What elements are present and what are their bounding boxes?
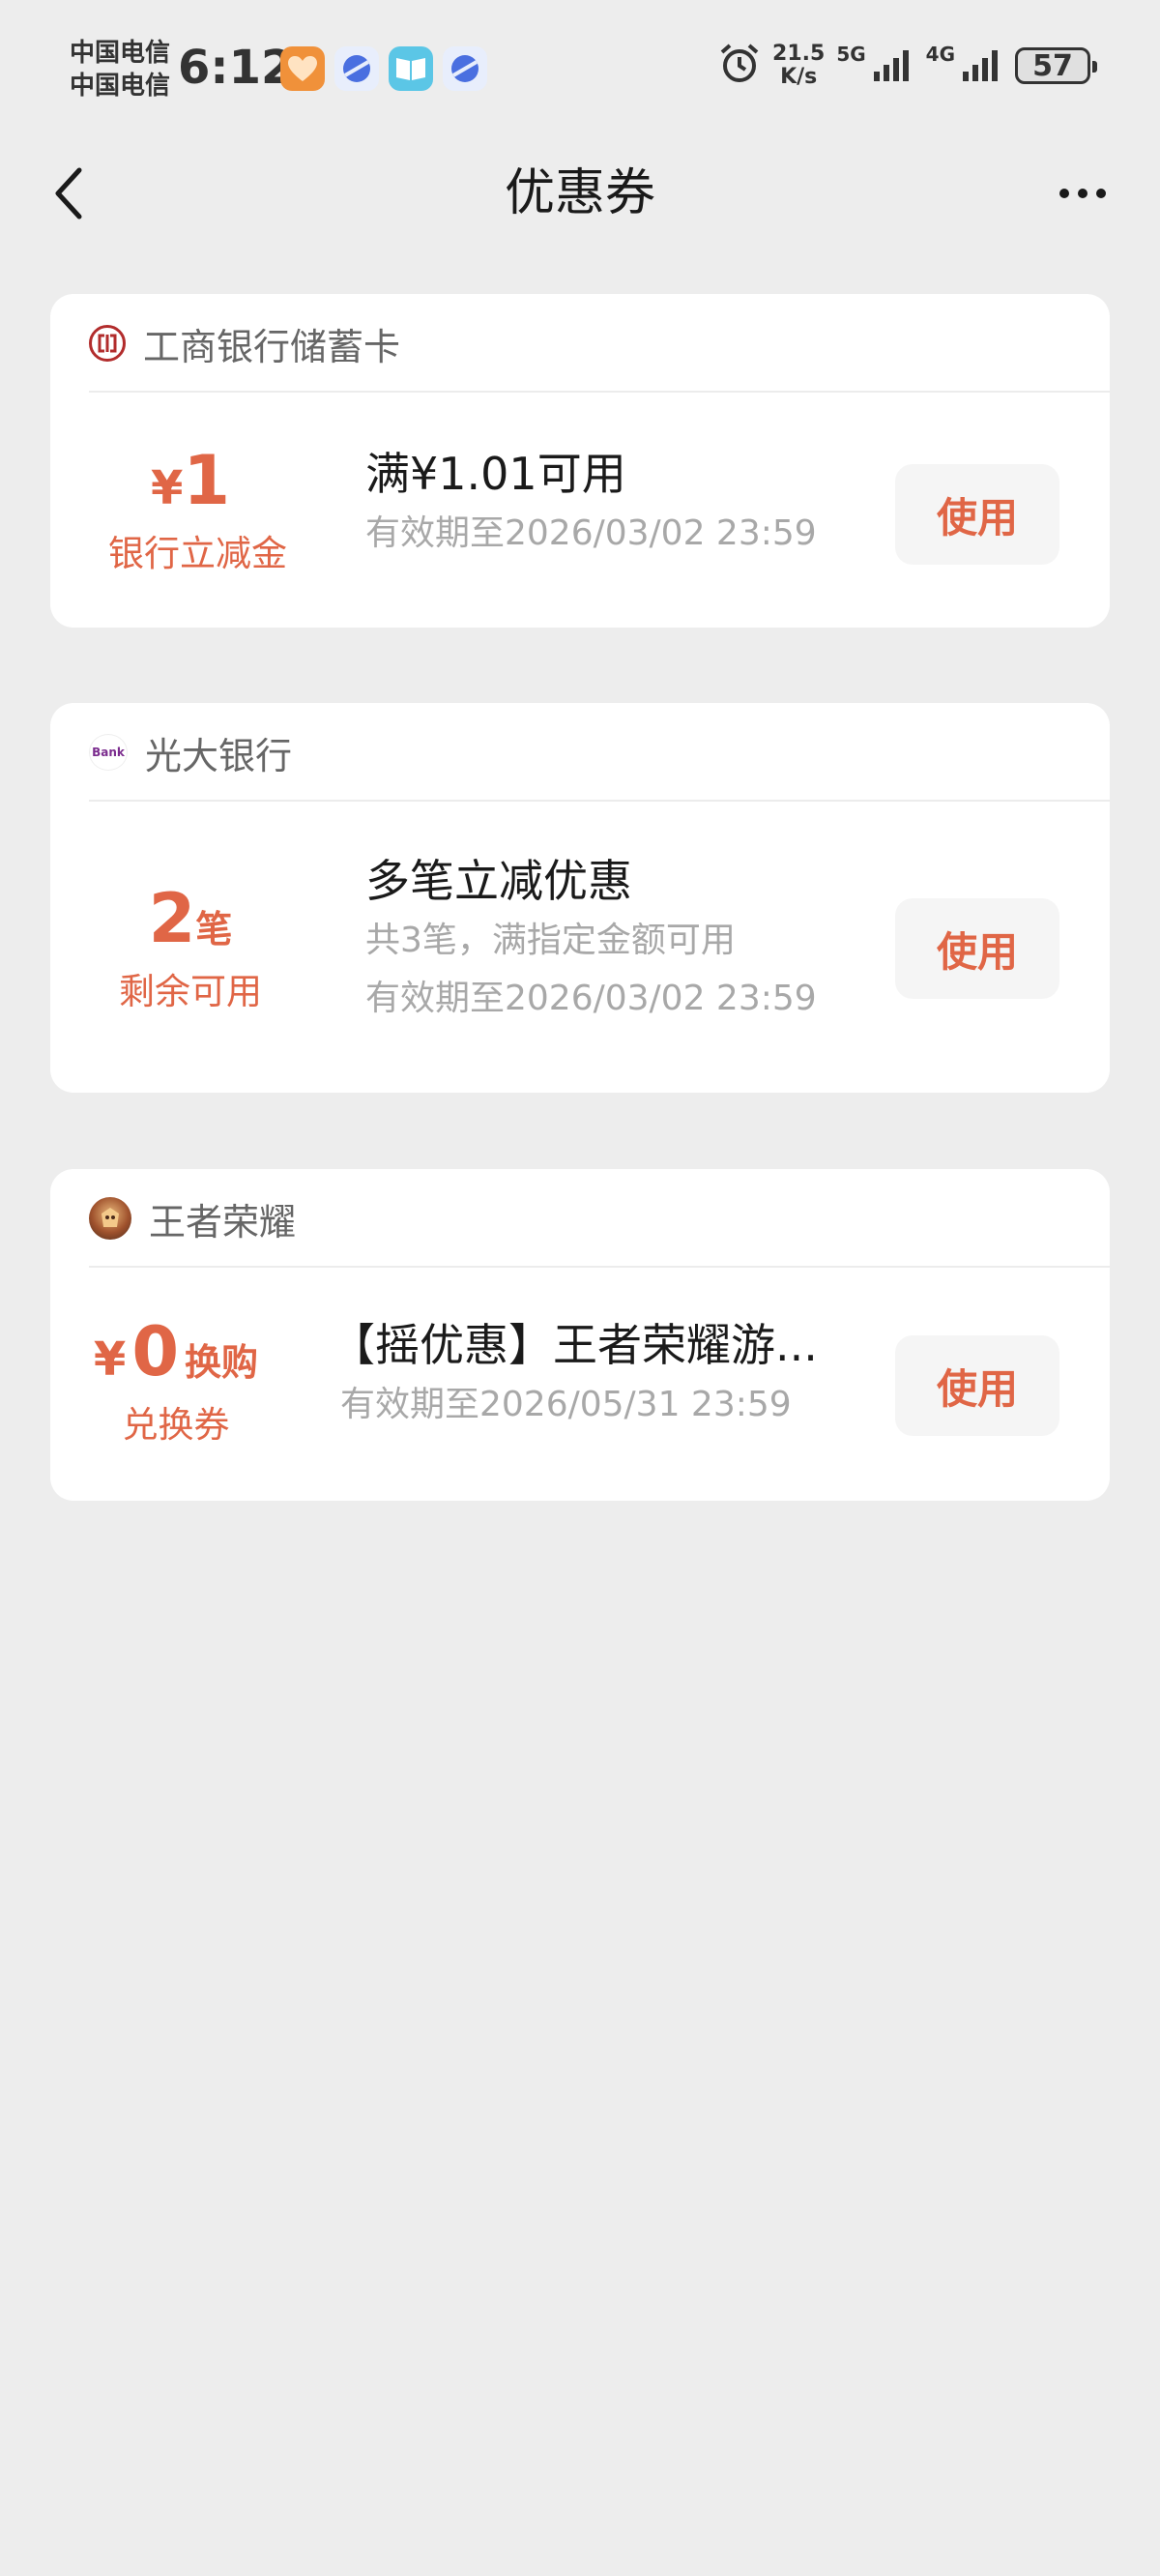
page-title: 优惠券 xyxy=(504,164,655,222)
battery-indicator: 57 xyxy=(1015,47,1097,84)
use-coupon-button[interactable]: 使用 xyxy=(895,464,1059,565)
carrier-info: 中国电信 中国电信 xyxy=(70,37,176,102)
coupon-currency: ¥ xyxy=(150,461,184,515)
coupon-amount-label: 银行立减金 xyxy=(108,533,287,574)
coupon-amount: ¥1 银行立减金 xyxy=(108,441,287,576)
coupon-detail: 共3笔，满指定金额可用 xyxy=(365,921,736,960)
coupon-title: 【摇优惠】王者荣耀游... xyxy=(331,1319,818,1371)
coupon-amount-value: 1 xyxy=(183,441,231,520)
coupon-issuer: 工商银行储蓄卡 xyxy=(143,325,401,368)
health-app-icon xyxy=(280,46,325,91)
coupon-amount-unit: 换购 xyxy=(185,1341,259,1384)
coupon-info: 多笔立减优惠 共3笔，满指定金额可用 有效期至2026/03/02 23:59 xyxy=(365,850,817,1028)
carrier-2: 中国电信 xyxy=(70,72,171,101)
coupon-info: 【摇优惠】王者荣耀游... 有效期至2026/05/31 23:59 xyxy=(331,1314,818,1434)
network-speed-value: 21.5 xyxy=(772,42,826,66)
battery-level: 57 xyxy=(1032,48,1073,83)
coupon-validity: 有效期至2026/03/02 23:59 xyxy=(365,979,817,1018)
signal-2-label: 4G xyxy=(925,43,955,66)
bank-logo-text: Bank xyxy=(92,746,125,759)
status-bar: 中国电信 中国电信 6:12 21.5 K/s 5G 4G 57 xyxy=(0,0,1160,145)
coupon-amount-value: 0 xyxy=(131,1312,180,1391)
browser-app-icon-2 xyxy=(443,46,487,91)
coupon-validity: 有效期至2026/05/31 23:59 xyxy=(340,1385,792,1424)
alarm-icon xyxy=(718,43,761,89)
coupon-card-body: 2笔 剩余可用 多笔立减优惠 共3笔，满指定金额可用 有效期至2026/03/0… xyxy=(50,802,1110,1093)
coupon-validity: 有效期至2026/03/02 23:59 xyxy=(365,513,817,553)
more-button[interactable] xyxy=(1046,162,1119,224)
coupon-issuer: 王者荣耀 xyxy=(149,1200,297,1244)
more-dot-icon xyxy=(1078,189,1088,198)
coupon-card-body: ¥0 换购 兑换券 【摇优惠】王者荣耀游... 有效期至2026/05/31 23… xyxy=(50,1268,1110,1501)
icbc-logo-icon xyxy=(89,325,126,362)
use-coupon-button[interactable]: 使用 xyxy=(895,1335,1059,1436)
coupon-amount-value: 2 xyxy=(148,879,196,958)
notification-icons xyxy=(280,46,487,91)
coupon-card-header: 王者荣耀 xyxy=(50,1169,1110,1268)
more-dot-icon xyxy=(1096,189,1106,198)
use-coupon-button[interactable]: 使用 xyxy=(895,898,1059,999)
coupon-card-header: Bank 光大银行 xyxy=(50,703,1110,802)
network-speed-unit: K/s xyxy=(780,65,818,89)
coupon-card-header: 工商银行储蓄卡 xyxy=(50,294,1110,393)
coupon-amount-unit: 笔 xyxy=(195,908,233,951)
signal-1-icon xyxy=(872,44,914,87)
coupon-amount: 2笔 剩余可用 xyxy=(108,879,273,1014)
status-indicators: 21.5 K/s 5G 4G 57 xyxy=(718,43,1097,89)
coupon-card-body: ¥1 银行立减金 满¥1.01可用 有效期至2026/03/02 23:59 使… xyxy=(50,393,1110,628)
more-dot-icon xyxy=(1059,189,1069,198)
signal-2-icon xyxy=(961,44,1003,87)
coupon-amount: ¥0 换购 兑换券 xyxy=(89,1312,263,1448)
coupon-card: 王者荣耀 ¥0 换购 兑换券 【摇优惠】王者荣耀游... 有效期至2026/05/… xyxy=(50,1169,1110,1501)
coupon-card: Bank 光大银行 2笔 剩余可用 多笔立减优惠 共3笔，满指定金额可用 有效期… xyxy=(50,703,1110,1093)
coupon-info: 满¥1.01可用 有效期至2026/03/02 23:59 xyxy=(365,443,817,563)
status-time: 6:12 xyxy=(178,41,294,95)
coupon-amount-label: 兑换券 xyxy=(122,1404,230,1446)
network-speed: 21.5 K/s xyxy=(772,43,825,89)
nav-bar: 优惠券 xyxy=(0,145,1160,242)
bank-logo-icon: Bank xyxy=(89,734,128,771)
coupon-currency: ¥ xyxy=(93,1332,127,1387)
coupon-title: 满¥1.01可用 xyxy=(365,448,626,500)
game-avatar-icon xyxy=(89,1197,131,1240)
coupon-amount-label: 剩余可用 xyxy=(119,971,262,1012)
browser-app-icon xyxy=(334,46,379,91)
coupon-card: 工商银行储蓄卡 ¥1 银行立减金 满¥1.01可用 有效期至2026/03/02… xyxy=(50,294,1110,628)
carrier-1: 中国电信 xyxy=(70,39,171,68)
signal-1-label: 5G xyxy=(836,43,866,66)
coupon-title: 多笔立减优惠 xyxy=(365,855,632,907)
coupon-issuer: 光大银行 xyxy=(145,734,293,777)
book-app-icon xyxy=(389,46,433,91)
